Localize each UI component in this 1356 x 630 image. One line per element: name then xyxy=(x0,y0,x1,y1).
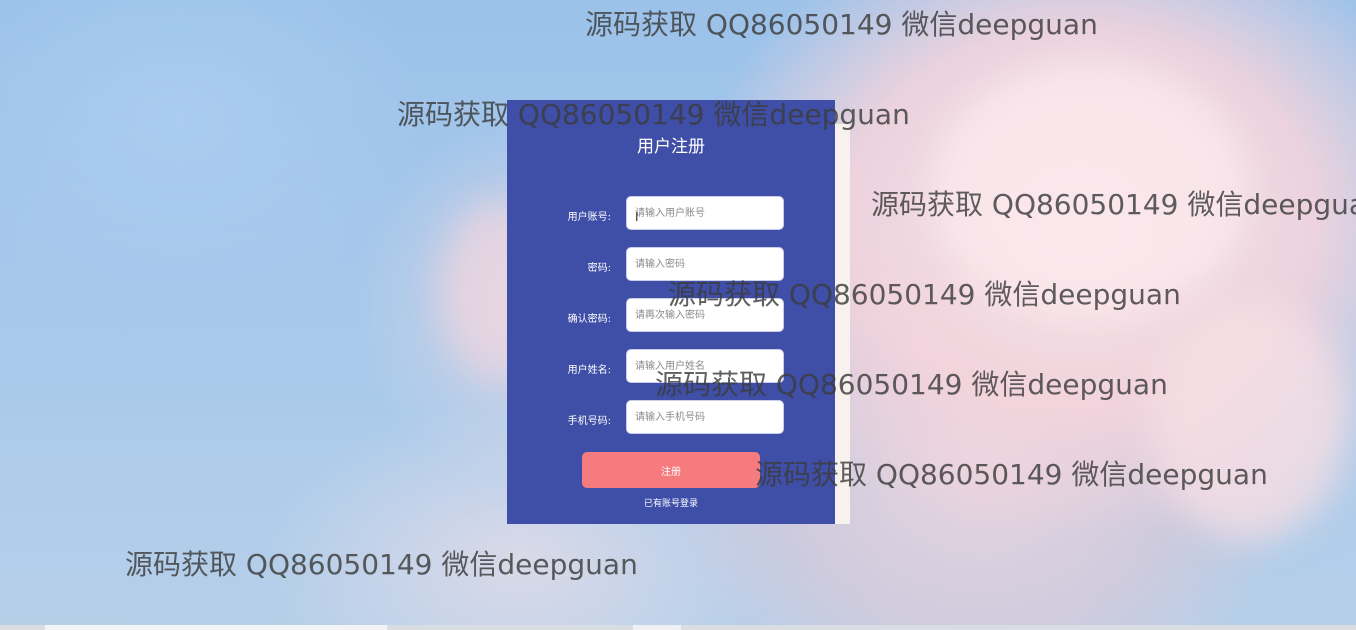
watermark: 源码获取 QQ86050149 微信deepguan xyxy=(655,368,1168,401)
watermark: 源码获取 QQ86050149 微信deepguan xyxy=(125,548,638,581)
watermark: 源码获取 QQ86050149 微信deepguan xyxy=(871,188,1356,221)
phone-label: 手机号码: xyxy=(567,416,611,427)
phone-input[interactable] xyxy=(626,400,784,434)
taskbar xyxy=(0,625,1356,630)
login-link[interactable]: 已有账号登录 xyxy=(507,496,835,509)
password-label: 密码: xyxy=(587,263,611,274)
text-cursor-icon: I xyxy=(635,210,639,224)
background-blossom xyxy=(1150,300,1350,540)
watermark: 源码获取 QQ86050149 微信deepguan xyxy=(668,278,1181,311)
account-label: 用户账号: xyxy=(567,212,611,223)
watermark: 源码获取 QQ86050149 微信deepguan xyxy=(397,98,910,131)
watermark: 源码获取 QQ86050149 微信deepguan xyxy=(755,458,1268,491)
taskbar-item[interactable] xyxy=(633,625,681,630)
name-label: 用户姓名: xyxy=(567,365,611,376)
watermark: 源码获取 QQ86050149 微信deepguan xyxy=(585,8,1098,41)
account-input[interactable] xyxy=(626,196,784,230)
taskbar-item[interactable] xyxy=(45,625,387,630)
form-title: 用户注册 xyxy=(637,137,705,157)
confirm-password-label: 确认密码: xyxy=(567,314,611,325)
register-button[interactable]: 注册 xyxy=(582,452,760,488)
